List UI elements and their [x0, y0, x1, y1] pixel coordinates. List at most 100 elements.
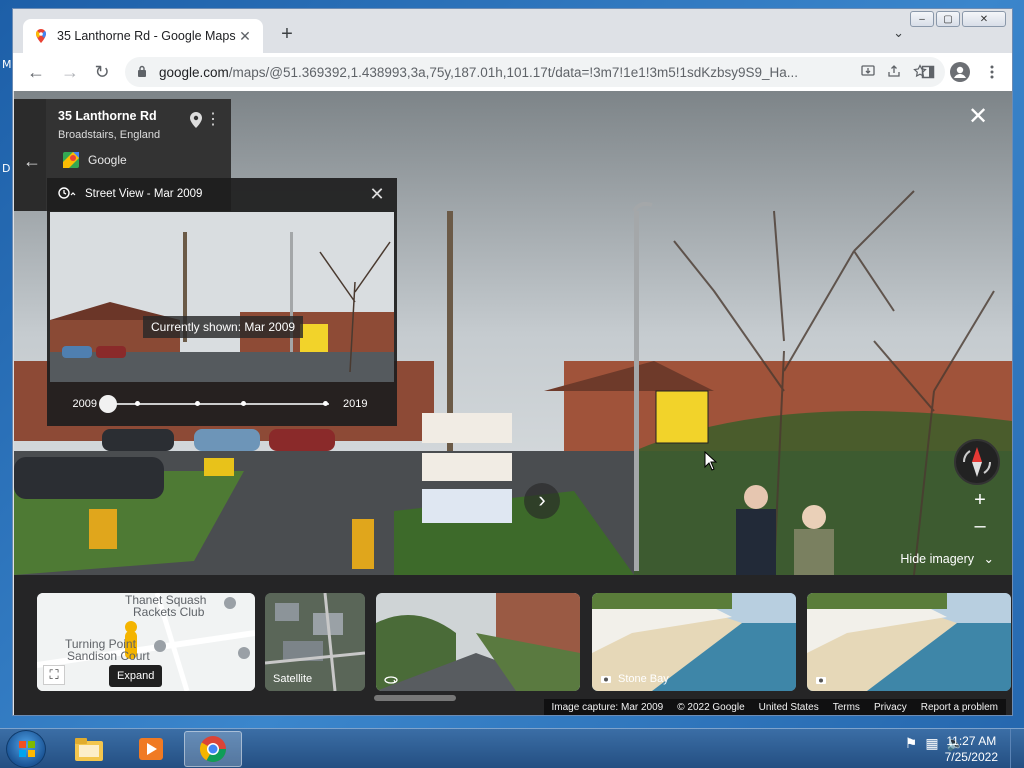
- satellite-label: Satellite: [273, 673, 313, 685]
- street-photo-card[interactable]: [376, 593, 580, 691]
- zoom-controls: + –: [966, 489, 994, 541]
- show-desktop-button[interactable]: [1010, 729, 1024, 768]
- zoom-in-button[interactable]: +: [974, 489, 986, 515]
- move-forward-arrow-icon[interactable]: ›: [524, 483, 560, 519]
- back-button[interactable]: ←: [21, 57, 51, 87]
- time-slider-handle[interactable]: [99, 395, 117, 413]
- clock-time: 11:27 AM: [946, 734, 997, 748]
- time-machine-header[interactable]: Street View - Mar 2009 ✕: [47, 178, 397, 210]
- maps-viewport: ✕ ← 35 Lanthorne Rd Broadstairs, England…: [14, 91, 1012, 715]
- start-button[interactable]: [6, 730, 46, 768]
- tab-bar: 35 Lanthorne Rd - Google Maps ✕ + ⌄ – ▢ …: [13, 9, 1012, 53]
- reload-button[interactable]: ↻: [87, 57, 117, 87]
- more-options-icon[interactable]: ⋮: [205, 109, 221, 129]
- install-app-icon[interactable]: [855, 64, 881, 81]
- toolbar-right: [912, 57, 1008, 87]
- chrome-icon: [199, 736, 227, 763]
- google-maps-logo-icon: [63, 152, 79, 168]
- satellite-card[interactable]: Satellite: [265, 593, 365, 691]
- google-brand-label: Google: [88, 153, 127, 167]
- year-tick[interactable]: [323, 401, 328, 406]
- folder-icon: [75, 738, 103, 761]
- region-link[interactable]: United States: [759, 702, 819, 713]
- map-label: Rackets Club: [133, 605, 205, 619]
- exit-street-view-icon[interactable]: ✕: [966, 105, 990, 129]
- compass-icon[interactable]: [954, 439, 1000, 485]
- chrome-taskbar-button[interactable]: [184, 731, 242, 767]
- maps-footer: Image capture: Mar 2009 © 2022 Google Un…: [543, 699, 1006, 715]
- stone-bay-label: Stone Bay: [600, 673, 669, 685]
- beach-photo-card[interactable]: [807, 593, 1011, 691]
- new-tab-button[interactable]: +: [275, 23, 299, 46]
- time-slider-track[interactable]: [99, 395, 329, 413]
- expand-tooltip: Expand: [109, 665, 163, 687]
- image-capture-date: Image capture: Mar 2009: [551, 701, 664, 713]
- address-bar[interactable]: google.com/maps/@51.369392,1.438993,3a,7…: [125, 57, 945, 87]
- network-icon[interactable]: ▦: [925, 735, 938, 752]
- photosphere-label: [384, 675, 398, 685]
- chevron-down-icon: ⌄: [983, 552, 994, 566]
- close-window-button[interactable]: ✕: [962, 11, 1006, 27]
- beach-photo-label: [815, 675, 827, 685]
- tab-google-maps[interactable]: 35 Lanthorne Rd - Google Maps ✕: [23, 19, 263, 53]
- minimap-card[interactable]: Thanet Squash Rackets Club Turning Point…: [37, 593, 255, 691]
- beach-photo: [807, 593, 1011, 691]
- url-text[interactable]: google.com/maps/@51.369392,1.438993,3a,7…: [159, 65, 855, 80]
- desktop-edge-letter: D: [2, 162, 11, 175]
- copyright-text: © 2022 Google: [677, 701, 745, 713]
- google-maps-favicon-icon: [36, 29, 46, 43]
- year-tick[interactable]: [195, 401, 200, 406]
- browser-menu-icon[interactable]: [976, 57, 1008, 87]
- desktop-edge-letter: M: [2, 58, 12, 71]
- clock-date: 7/25/2022: [944, 750, 998, 764]
- currently-shown-caption: Currently shown: Mar 2009: [143, 316, 304, 338]
- zoom-out-button[interactable]: –: [974, 515, 985, 541]
- media-player-icon: [139, 738, 163, 760]
- year-end-label: 2019: [343, 398, 368, 410]
- media-player-taskbar-button[interactable]: [122, 731, 180, 767]
- share-icon[interactable]: [881, 64, 907, 81]
- history-clock-icon[interactable]: [57, 186, 79, 203]
- privacy-link[interactable]: Privacy: [874, 702, 907, 713]
- browser-toolbar: ← → ↻ google.com/maps/@51.369392,1.43899…: [13, 53, 1012, 91]
- year-tick[interactable]: [135, 401, 140, 406]
- back-arrow-icon[interactable]: ←: [18, 151, 46, 172]
- side-panel-icon[interactable]: [912, 57, 944, 87]
- camera-icon: [601, 676, 611, 683]
- minimize-button[interactable]: –: [910, 11, 934, 27]
- map-pin-icon[interactable]: [189, 111, 203, 129]
- map-label: Sandison Court: [67, 649, 150, 663]
- report-problem-link[interactable]: Report a problem: [921, 702, 998, 713]
- historic-imagery-preview[interactable]: [50, 212, 394, 382]
- hide-imagery-label: Hide imagery: [900, 552, 975, 566]
- 360-view-icon: [384, 676, 398, 684]
- taskbar-clock[interactable]: 11:27 AM 7/25/2022: [945, 733, 998, 765]
- tab-title: 35 Lanthorne Rd - Google Maps: [57, 29, 236, 43]
- tab-search-chevron-icon[interactable]: ⌄: [893, 25, 904, 41]
- maximize-button[interactable]: ▢: [936, 11, 960, 27]
- google-maps-link[interactable]: Google: [62, 151, 127, 169]
- action-center-icon[interactable]: ⚑: [905, 735, 918, 752]
- close-time-machine-icon[interactable]: ✕: [367, 184, 387, 205]
- stone-bay-card[interactable]: Stone Bay: [592, 593, 796, 691]
- time-slider[interactable]: 2009 2019: [47, 386, 397, 422]
- imagery-strip: Thanet Squash Rackets Club Turning Point…: [14, 575, 1012, 715]
- browser-window: 35 Lanthorne Rd - Google Maps ✕ + ⌄ – ▢ …: [12, 8, 1013, 716]
- profile-avatar-icon[interactable]: [944, 57, 976, 87]
- mouse-cursor-icon: [704, 451, 718, 471]
- tab-close-icon[interactable]: ✕: [237, 28, 253, 45]
- hide-imagery-button[interactable]: Hide imagery ⌄: [900, 551, 994, 566]
- window-controls: – ▢ ✕: [910, 11, 1006, 27]
- year-tick[interactable]: [241, 401, 246, 406]
- strip-scrollbar[interactable]: [374, 695, 456, 701]
- windows-logo-icon: [19, 741, 35, 757]
- forward-button[interactable]: →: [55, 57, 85, 87]
- terms-link[interactable]: Terms: [833, 702, 860, 713]
- expand-icon[interactable]: ⛶: [43, 665, 65, 685]
- place-subtitle: Broadstairs, England: [58, 129, 161, 141]
- taskbar: ⚑ ▦ 🔈 11:27 AM 7/25/2022: [0, 728, 1024, 768]
- file-explorer-taskbar-button[interactable]: [60, 731, 118, 767]
- lock-icon[interactable]: [137, 65, 151, 80]
- time-machine-title: Street View - Mar 2009: [85, 188, 203, 200]
- street-photo-thumbnail: [376, 593, 580, 691]
